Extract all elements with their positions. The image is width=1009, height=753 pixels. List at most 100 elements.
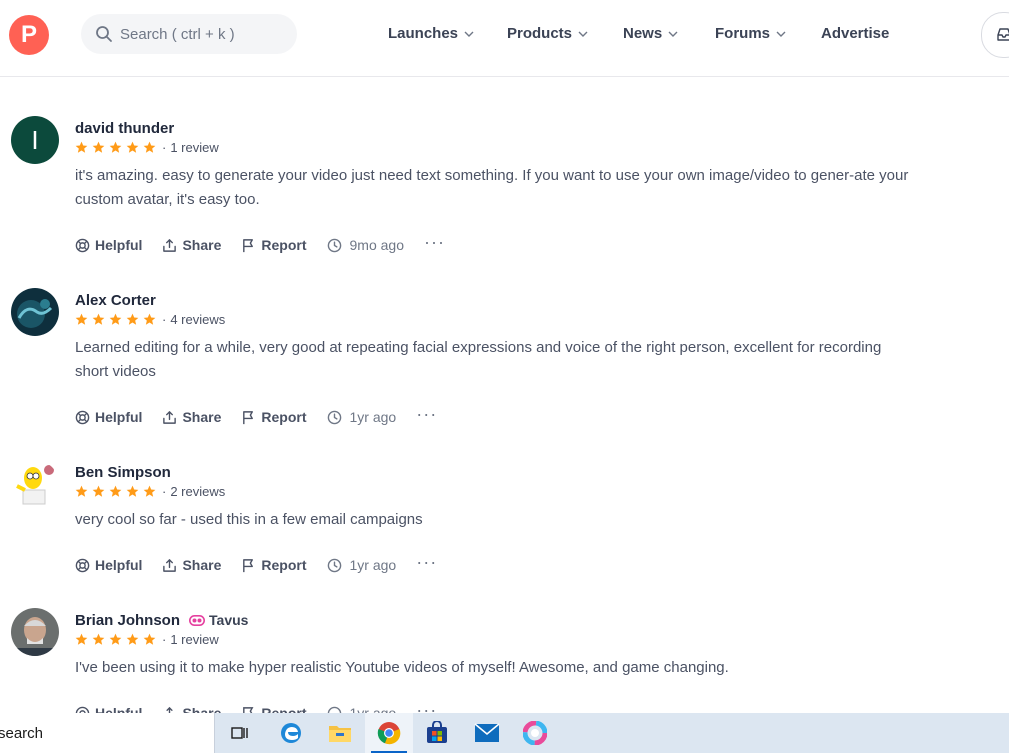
share-button[interactable]: Share — [162, 237, 221, 253]
avatar[interactable] — [11, 288, 59, 336]
star-icon — [143, 633, 156, 645]
product-hunt-logo-icon[interactable]: P — [9, 15, 49, 55]
reviewer-name[interactable]: Alex Corter — [75, 292, 156, 309]
helpful-button[interactable]: Helpful — [75, 237, 142, 253]
review-timestamp[interactable]: 9mo ago — [327, 237, 404, 253]
star-icon — [109, 313, 122, 325]
chrome-icon[interactable] — [365, 713, 413, 753]
reviewer-name[interactable]: Brian Johnson — [75, 612, 180, 629]
star-icon — [75, 485, 88, 497]
nav-label: Forums — [715, 25, 771, 42]
separator: · — [162, 139, 167, 155]
share-icon — [163, 410, 177, 424]
helpful-button[interactable]: Helpful — [75, 409, 142, 425]
reviewer-name[interactable]: david thunder — [75, 120, 174, 137]
star-icon — [126, 141, 139, 153]
helpful-button[interactable]: Helpful — [75, 557, 142, 573]
review-count[interactable]: 2 reviews — [170, 484, 225, 499]
nav-products[interactable]: Products — [507, 25, 588, 42]
file-explorer-icon[interactable] — [316, 713, 364, 753]
star-icon — [143, 141, 156, 153]
avatar[interactable] — [11, 460, 59, 508]
report-button[interactable]: Report — [241, 557, 307, 573]
chevron-down-icon — [668, 31, 678, 37]
chevron-down-icon — [578, 31, 588, 37]
nav-label: News — [623, 25, 663, 42]
taskbar-search-input[interactable]: search — [0, 713, 215, 753]
avatar-image — [11, 608, 59, 656]
share-label: Share — [182, 557, 222, 573]
search-icon — [96, 26, 112, 42]
report-label: Report — [261, 409, 307, 425]
more-options-icon[interactable]: ··· — [416, 404, 437, 425]
review-count[interactable]: 4 reviews — [170, 312, 225, 327]
share-button[interactable]: Share — [162, 409, 221, 425]
nav-label: Advertise — [821, 25, 890, 42]
copilot-icon[interactable] — [511, 713, 559, 753]
inbox-icon — [997, 28, 1009, 41]
search-input[interactable]: Search ( ctrl + k ) — [81, 14, 297, 54]
reviewer-name[interactable]: Ben Simpson — [75, 464, 171, 481]
inbox-button[interactable] — [981, 12, 1009, 58]
time-label: 9mo ago — [349, 237, 404, 253]
star-icon — [92, 485, 105, 497]
share-button[interactable]: Share — [162, 557, 221, 573]
chevron-down-icon — [776, 31, 786, 37]
nav-advertise[interactable]: Advertise — [821, 25, 889, 42]
maker-badge[interactable]: Tavus — [189, 612, 248, 628]
flag-icon — [243, 558, 254, 572]
taskbar-search-label: search — [0, 725, 44, 742]
helpful-label: Helpful — [95, 409, 143, 425]
task-view-icon[interactable] — [216, 713, 264, 753]
report-button[interactable]: Report — [241, 409, 307, 425]
lifebuoy-icon — [75, 410, 90, 424]
rating: · 2 reviews — [75, 483, 225, 499]
separator: · — [162, 483, 167, 499]
star-icon — [143, 485, 156, 497]
store-icon[interactable] — [413, 713, 461, 753]
star-icon — [92, 313, 105, 325]
more-options-icon[interactable]: ··· — [424, 232, 445, 253]
star-icon — [109, 485, 122, 497]
avatar[interactable]: I — [11, 116, 59, 164]
nav-news[interactable]: News — [623, 25, 678, 42]
avatar[interactable] — [11, 608, 59, 656]
share-label: Share — [182, 237, 222, 253]
separator: · — [162, 631, 167, 647]
review-timestamp[interactable]: 1yr ago — [327, 557, 396, 573]
star-icon — [92, 633, 105, 645]
edge-icon[interactable] — [267, 713, 315, 753]
review-timestamp[interactable]: 1yr ago — [327, 409, 397, 425]
nav-launches[interactable]: Launches — [388, 25, 474, 42]
windows-taskbar: search — [0, 713, 1009, 753]
avatar-image — [11, 288, 59, 336]
nav-forums[interactable]: Forums — [715, 25, 786, 42]
more-options-icon[interactable]: ··· — [416, 552, 437, 573]
clock-icon — [327, 410, 341, 424]
star-icon — [126, 485, 139, 497]
rating: · 1 review — [75, 631, 219, 647]
lifebuoy-icon — [75, 238, 90, 252]
review-actions: Helpful Share Report 1yr ago ··· — [75, 404, 437, 427]
tavus-logo-icon — [189, 614, 206, 626]
share-icon — [163, 238, 177, 252]
chevron-down-icon — [464, 31, 474, 37]
review-count[interactable]: 1 review — [170, 632, 218, 647]
star-icon — [126, 313, 139, 325]
search-placeholder: Search ( ctrl + k ) — [120, 26, 235, 43]
report-label: Report — [261, 557, 307, 573]
star-icon — [92, 141, 105, 153]
avatar-image — [11, 460, 59, 508]
clock-icon — [327, 238, 341, 252]
top-header: P Search ( ctrl + k ) Launches Products … — [0, 0, 1009, 77]
rating: · 1 review — [75, 139, 219, 155]
star-icon — [109, 633, 122, 645]
mail-icon[interactable] — [463, 713, 511, 753]
time-label: 1yr ago — [349, 409, 397, 425]
report-label: Report — [261, 237, 307, 253]
review-text: I've been using it to make hyper realist… — [75, 659, 729, 676]
report-button[interactable]: Report — [241, 237, 307, 253]
review-actions: Helpful Share Report 9mo ago ··· — [75, 232, 445, 255]
star-icon — [126, 633, 139, 645]
review-count[interactable]: 1 review — [170, 140, 218, 155]
